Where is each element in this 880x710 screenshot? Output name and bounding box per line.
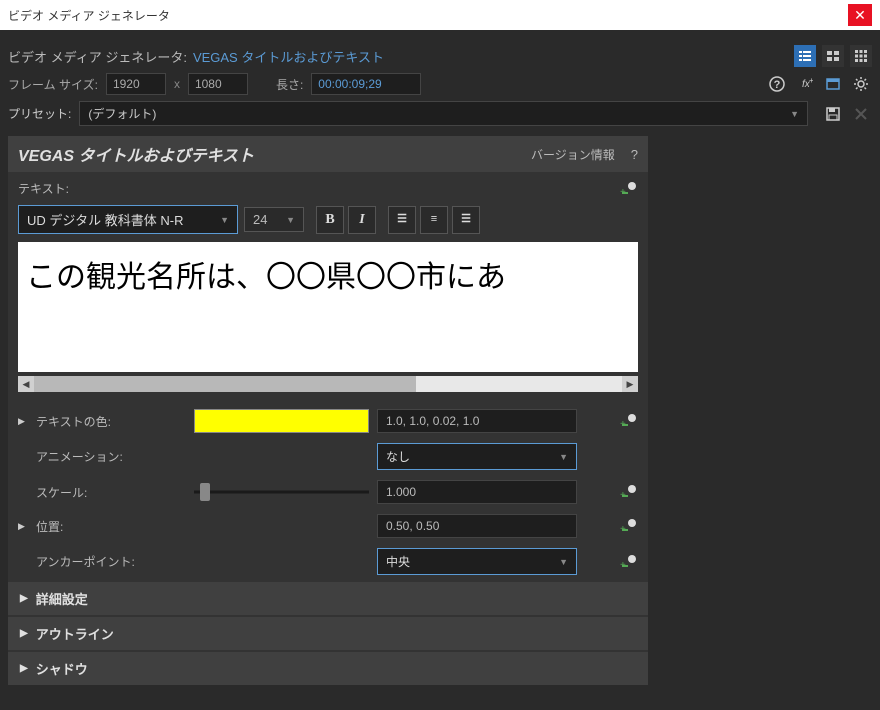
align-right-button[interactable]: ☰ — [452, 206, 480, 234]
scale-label: スケール: — [36, 484, 186, 501]
chevron-down-icon: ▼ — [559, 452, 568, 462]
advanced-section[interactable]: ▶ 詳細設定 — [8, 582, 648, 615]
scale-slider[interactable] — [194, 482, 369, 502]
svg-text:+: + — [809, 76, 813, 85]
align-center-button[interactable]: ≡ — [420, 206, 448, 234]
window-title: ビデオ メディア ジェネレータ — [8, 7, 170, 24]
shadow-label: シャドウ — [36, 659, 88, 678]
animation-value: なし — [386, 448, 410, 465]
position-label: 位置: — [36, 518, 186, 535]
text-keyframe-icon[interactable]: + — [620, 181, 638, 197]
anchor-row: アンカーポイント: 中央 ▼ + — [8, 543, 648, 580]
slider-thumb[interactable] — [200, 483, 210, 501]
color-keyframe-icon[interactable]: + — [620, 413, 638, 429]
frame-size-label: フレーム サイズ: — [8, 76, 98, 93]
animation-label: アニメーション: — [36, 448, 186, 465]
expand-icon[interactable]: ▶ — [18, 521, 28, 532]
text-color-row: ▶ テキストの色: + — [8, 404, 648, 438]
preset-row: プリセット: (デフォルト) ▼ — [8, 101, 872, 126]
anchor-select[interactable]: 中央 ▼ — [377, 548, 577, 575]
generator-header: ビデオ メディア ジェネレータ: VEGAS タイトルおよびテキスト — [8, 45, 872, 67]
outline-label: アウトライン — [36, 624, 114, 643]
panel-title: VEGAS タイトルおよびテキスト — [18, 142, 254, 166]
font-select[interactable]: UD デジタル 教科書体 N-R ▼ — [18, 205, 238, 234]
align-left-button[interactable]: ☰ — [388, 206, 416, 234]
chevron-down-icon: ▼ — [790, 109, 799, 119]
scroll-thumb[interactable] — [34, 376, 416, 392]
expand-icon[interactable]: ▶ — [18, 416, 28, 427]
chevron-down-icon: ▼ — [220, 215, 229, 225]
preset-label: プリセット: — [8, 105, 71, 122]
text-color-label: テキストの色: — [36, 413, 186, 430]
length-input[interactable] — [311, 73, 421, 95]
scale-input[interactable] — [377, 480, 577, 504]
animation-select[interactable]: なし ▼ — [377, 443, 577, 470]
generator-title: ビデオ メディア ジェネレータ: — [8, 47, 187, 66]
animation-row: アニメーション: なし ▼ — [8, 438, 648, 475]
anchor-keyframe-icon[interactable]: + — [620, 554, 638, 570]
scale-keyframe-icon[interactable]: + — [620, 484, 638, 500]
properties-panel: VEGAS タイトルおよびテキスト バージョン情報 ? テキスト: + UD デ… — [8, 136, 648, 685]
position-keyframe-icon[interactable]: + — [620, 518, 638, 534]
italic-button[interactable]: I — [348, 206, 376, 234]
dimension-x: x — [174, 77, 180, 91]
view-mode-list-icon[interactable] — [794, 45, 816, 67]
outline-section[interactable]: ▶ アウトライン — [8, 617, 648, 650]
svg-text:?: ? — [774, 79, 781, 91]
scale-row: スケール: + — [8, 475, 648, 509]
frame-height-input[interactable] — [188, 73, 248, 95]
help-icon[interactable]: ? — [766, 73, 788, 95]
view-mode-grid1-icon[interactable] — [822, 45, 844, 67]
frame-width-input[interactable] — [106, 73, 166, 95]
preset-select[interactable]: (デフォルト) ▼ — [79, 101, 808, 126]
text-canvas[interactable]: この観光名所は、〇〇県〇〇市にあ — [18, 242, 638, 372]
fx-icon[interactable]: fx+ — [794, 73, 816, 95]
scroll-right-icon[interactable]: ▶ — [622, 376, 638, 392]
close-icon: ✕ — [854, 7, 866, 24]
expand-icon: ▶ — [20, 593, 28, 604]
delete-preset-icon — [850, 103, 872, 125]
view-mode-grid2-icon[interactable] — [850, 45, 872, 67]
color-value-input[interactable] — [377, 409, 577, 433]
expand-icon: ▶ — [20, 628, 28, 639]
settings-icon[interactable] — [850, 73, 872, 95]
generator-subtitle: VEGAS タイトルおよびテキスト — [193, 47, 384, 66]
save-preset-icon[interactable] — [822, 103, 844, 125]
shadow-section[interactable]: ▶ シャドウ — [8, 652, 648, 685]
color-swatch[interactable] — [194, 409, 369, 433]
titlebar: ビデオ メディア ジェネレータ ✕ — [0, 0, 880, 30]
version-info-link[interactable]: バージョン情報 — [531, 146, 615, 163]
advanced-label: 詳細設定 — [36, 589, 88, 608]
chevron-down-icon: ▼ — [286, 215, 295, 225]
font-size-select[interactable]: 24 ▼ — [244, 207, 304, 232]
window-icon[interactable] — [822, 73, 844, 95]
panel-help-icon[interactable]: ? — [631, 147, 638, 162]
length-label: 長さ: — [276, 76, 303, 93]
format-toolbar: UD デジタル 教科書体 N-R ▼ 24 ▼ B I ☰ ≡ ☰ — [18, 201, 638, 238]
text-label: テキスト: — [18, 180, 69, 197]
bold-button[interactable]: B — [316, 206, 344, 234]
panel-title-row: VEGAS タイトルおよびテキスト バージョン情報 ? — [8, 136, 648, 172]
chevron-down-icon: ▼ — [559, 557, 568, 567]
font-size-value: 24 — [253, 212, 267, 227]
close-button[interactable]: ✕ — [848, 4, 872, 26]
frame-size-row: フレーム サイズ: x 長さ: ? fx+ — [8, 73, 872, 95]
position-row: ▶ 位置: + — [8, 509, 648, 543]
anchor-label: アンカーポイント: — [36, 553, 186, 570]
preset-value: (デフォルト) — [88, 105, 156, 122]
font-value: UD デジタル 教科書体 N-R — [27, 210, 183, 229]
horizontal-scrollbar[interactable]: ◀ ▶ — [18, 376, 638, 392]
expand-icon: ▶ — [20, 663, 28, 674]
text-content: この観光名所は、〇〇県〇〇市にあ — [26, 261, 506, 294]
anchor-value: 中央 — [386, 553, 410, 570]
position-input[interactable] — [377, 514, 577, 538]
scroll-left-icon[interactable]: ◀ — [18, 376, 34, 392]
